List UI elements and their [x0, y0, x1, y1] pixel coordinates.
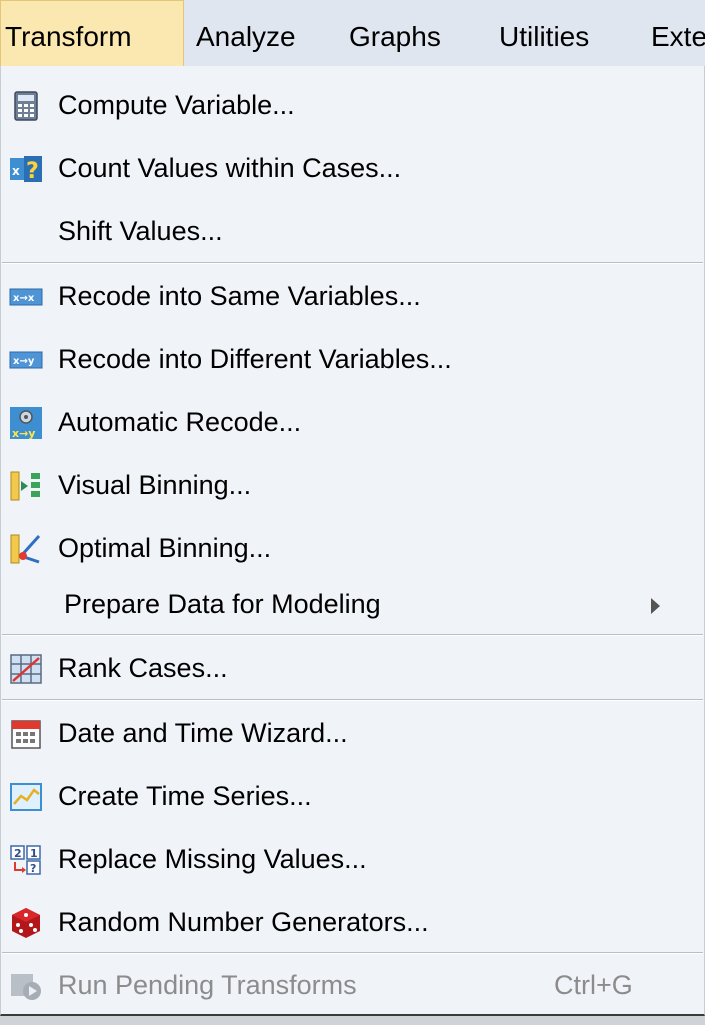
menu-item-label: Optimal Binning... [58, 533, 272, 563]
menu-utilities[interactable]: Utilities [499, 0, 589, 66]
menu-item-prepare-data[interactable]: Prepare Data for Modeling [1, 573, 704, 636]
menu-separator [2, 634, 703, 636]
menu-item-label: Run Pending Transforms [58, 970, 357, 1000]
svg-text:1: 1 [30, 847, 38, 860]
svg-text:x: x [12, 164, 20, 178]
menu-item-optimal-binning[interactable]: Optimal Binning... [1, 517, 704, 580]
menu-item-label: Shift Values... [58, 216, 223, 246]
svg-text:x→y: x→y [13, 356, 35, 367]
menu-item-label: Replace Missing Values... [58, 844, 367, 874]
menu-item-visual-binning[interactable]: Visual Binning... [1, 454, 704, 517]
menu-item-label: Recode into Same Variables... [58, 281, 421, 311]
menu-item-run-pending-transforms: Run Pending Transforms Ctrl+G [1, 954, 704, 1017]
menu-extensions[interactable]: Exte [651, 0, 705, 66]
visual-binning-icon [10, 471, 40, 501]
menu-item-label: Prepare Data for Modeling [64, 589, 381, 619]
submenu-arrow-icon [651, 598, 660, 614]
rank-cases-icon [10, 654, 42, 684]
dice-icon [12, 908, 40, 938]
menu-item-random-number-generators[interactable]: Random Number Generators... [1, 891, 704, 954]
menu-item-shift-values[interactable]: Shift Values... [1, 200, 704, 263]
menu-item-date-time-wizard[interactable]: Date and Time Wizard... [1, 702, 704, 765]
menu-graphs[interactable]: Graphs [349, 0, 441, 66]
menu-item-label: Count Values within Cases... [58, 153, 402, 183]
svg-text:x→x: x→x [13, 293, 35, 304]
menu-separator [2, 262, 703, 264]
count-values-icon: x ? [10, 156, 42, 184]
menu-item-count-values[interactable]: x ? Count Values within Cases... [1, 137, 704, 200]
menu-item-label: Automatic Recode... [58, 407, 302, 437]
recode-same-icon: x→x [9, 288, 43, 306]
shortcut-label: Ctrl+G [554, 970, 633, 1000]
svg-text:?: ? [26, 159, 39, 184]
transform-dropdown: Compute Variable... x ? Count Values wit… [0, 66, 705, 1016]
menu-item-label: Create Time Series... [58, 781, 312, 811]
menu-item-create-time-series[interactable]: Create Time Series... [1, 765, 704, 828]
menu-extensions-label: Exte [651, 21, 705, 52]
menu-item-replace-missing[interactable]: 2 1 ? Replace Missing Values... [1, 828, 704, 891]
menu-bar: Transform Analyze Graphs Utilities Exte [0, 0, 705, 67]
recode-different-icon: x→y [9, 351, 43, 369]
menu-item-rank-cases[interactable]: Rank Cases... [1, 637, 704, 700]
calendar-icon [11, 720, 41, 749]
menu-item-label: Visual Binning... [58, 470, 252, 500]
menu-separator [2, 699, 703, 701]
menu-transform-label: Transform [5, 21, 132, 52]
background-content-strip [0, 1016, 705, 1025]
menu-graphs-label: Graphs [349, 21, 441, 52]
menu-item-compute-variable[interactable]: Compute Variable... [1, 74, 704, 137]
svg-text:?: ? [30, 862, 36, 875]
menu-transform[interactable]: Transform [0, 0, 184, 66]
menu-item-label: Date and Time Wizard... [58, 718, 348, 748]
menu-item-label: Rank Cases... [58, 653, 228, 683]
menu-utilities-label: Utilities [499, 21, 590, 52]
optimal-binning-icon [10, 534, 41, 564]
menu-item-recode-same[interactable]: x→x Recode into Same Variables... [1, 265, 704, 328]
time-series-icon [10, 783, 42, 811]
menu-item-automatic-recode[interactable]: x→y Automatic Recode... [1, 391, 704, 454]
menu-analyze-label: Analyze [196, 21, 296, 52]
run-pending-icon [11, 974, 41, 1000]
menu-item-label: Compute Variable... [58, 90, 295, 120]
svg-text:2: 2 [14, 847, 22, 860]
menu-item-recode-different[interactable]: x→y Recode into Different Variables... [1, 328, 704, 391]
automatic-recode-icon: x→y [10, 407, 42, 440]
calculator-icon [14, 91, 38, 121]
menu-item-label: Random Number Generators... [58, 907, 429, 937]
menu-analyze[interactable]: Analyze [196, 0, 296, 66]
replace-missing-icon: 2 1 ? [10, 845, 41, 875]
menu-item-label: Recode into Different Variables... [58, 344, 452, 374]
svg-text:x→y: x→y [12, 427, 35, 440]
